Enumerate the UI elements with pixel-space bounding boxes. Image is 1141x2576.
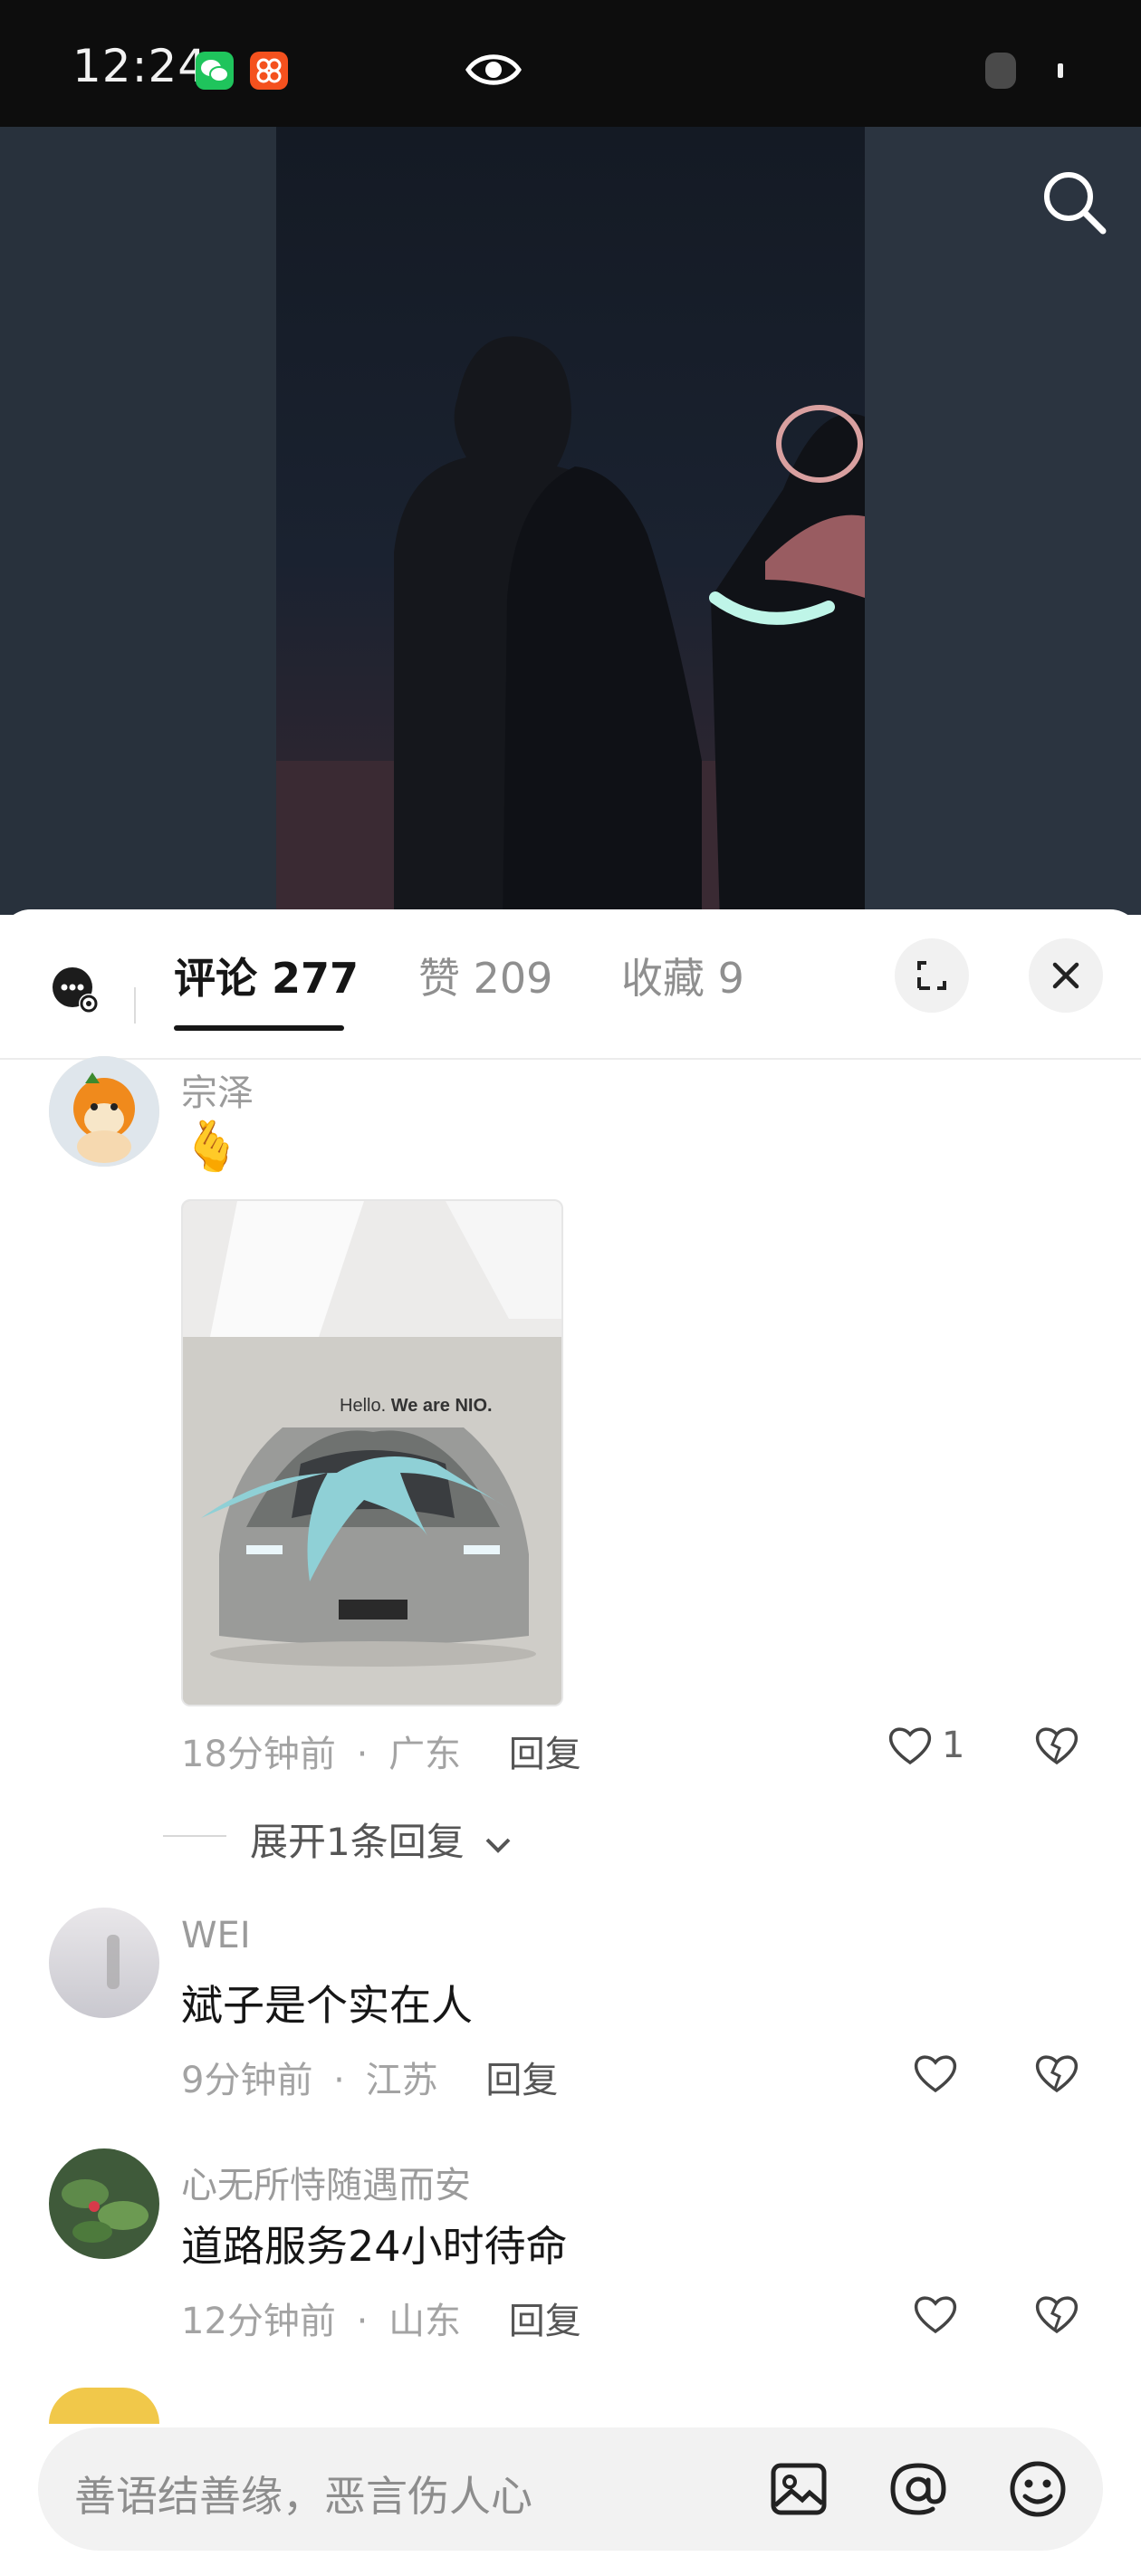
chevron-down-icon [485, 1838, 511, 1853]
heart-icon [914, 2055, 957, 2093]
search-icon[interactable] [1040, 168, 1108, 240]
meta-separator: · [356, 1734, 369, 1775]
mention-icon[interactable] [887, 2458, 949, 2523]
dislike-button[interactable] [1032, 2290, 1081, 2342]
video-frame [276, 127, 865, 915]
comment-username[interactable]: 心无所恃随遇而安 [181, 2156, 471, 2208]
tab-likes[interactable]: 赞 209 [418, 946, 552, 1005]
sheet-tab-bar: 评论 277 赞 209 收藏 9 [0, 909, 1141, 1060]
eye-icon [465, 49, 522, 94]
close-button[interactable] [1029, 938, 1103, 1013]
comment-meta: 9分钟前 · 江苏 回复 [181, 2051, 558, 2103]
broken-heart-icon [1035, 1727, 1079, 1765]
comment-input[interactable]: 善语结善缘，恶言伤人心 [74, 2464, 532, 2523]
comment-username[interactable]: WEI [181, 1915, 251, 1956]
tab-divider [134, 987, 136, 1024]
tab-comments[interactable]: 评论 277 [174, 946, 359, 1005]
comment-username[interactable]: 宗泽 [181, 1063, 254, 1116]
dislike-button[interactable] [1032, 1721, 1081, 1773]
comment-time: 12分钟前 [181, 2301, 336, 2342]
comment-meta: 12分钟前 · 山东 回复 [181, 2292, 581, 2344]
message-settings-icon[interactable] [51, 966, 100, 1018]
comment-text: 🫰 [181, 1118, 243, 1175]
tab-favorites[interactable]: 收藏 9 [621, 946, 744, 1005]
meta-separator: · [333, 2060, 345, 2101]
expand-button[interactable] [895, 938, 969, 1013]
avatar[interactable] [49, 2148, 159, 2259]
signal-indicator [1058, 63, 1063, 78]
expand-replies-label: 展开1条回复 [250, 1820, 465, 1864]
comment-time: 18分钟前 [181, 1734, 336, 1775]
status-bar: 12:24 [0, 0, 1141, 127]
reply-button[interactable]: 回复 [485, 2060, 558, 2101]
like-button[interactable]: 1 [886, 1721, 964, 1770]
like-button[interactable] [911, 2290, 960, 2339]
avatar[interactable] [49, 2388, 159, 2424]
comment-text: 道路服务24小时待命 [181, 2222, 568, 2271]
close-icon [1052, 962, 1079, 989]
heart-icon [888, 1727, 932, 1765]
broken-heart-icon [1035, 2296, 1079, 2334]
comment-meta: 18分钟前 · 广东 回复 [181, 1725, 581, 1777]
comment-location: 江苏 [365, 2060, 438, 2101]
video-side-right [865, 127, 1141, 915]
avatar[interactable] [49, 1056, 159, 1167]
emoji-icon[interactable] [1007, 2458, 1069, 2523]
app-badge-icon [250, 52, 288, 90]
reply-button[interactable]: 回复 [509, 1734, 581, 1775]
image-icon[interactable] [768, 2458, 829, 2523]
expand-icon [917, 961, 946, 990]
like-button[interactable] [911, 2049, 960, 2098]
reply-button[interactable]: 回复 [509, 2301, 581, 2342]
broken-heart-icon [1035, 2055, 1079, 2093]
comment-image[interactable]: Hello. We are NIO. [181, 1199, 563, 1706]
status-time: 12:24 [72, 40, 208, 92]
heart-icon [914, 2296, 957, 2334]
camera-indicator [985, 53, 1016, 89]
video-side-left [0, 127, 276, 915]
video-player[interactable] [0, 127, 1141, 915]
expand-line [163, 1835, 226, 1837]
svg-text:Hello. We are NIO.: Hello. We are NIO. [340, 1396, 493, 1416]
comment-text: 斌子是个实在人 [181, 1981, 473, 2030]
comment-time: 9分钟前 [181, 2060, 313, 2101]
dislike-button[interactable] [1032, 2049, 1081, 2101]
avatar[interactable] [49, 1908, 159, 2018]
like-count: 1 [942, 1725, 965, 1766]
active-tab-underline [174, 1025, 344, 1031]
meta-separator: · [356, 2301, 369, 2342]
comment-location: 山东 [388, 2301, 462, 2342]
comment-location: 广东 [388, 1734, 462, 1775]
comment-input-bar[interactable]: 善语结善缘，恶言伤人心 [38, 2427, 1103, 2551]
wechat-icon [196, 52, 234, 90]
